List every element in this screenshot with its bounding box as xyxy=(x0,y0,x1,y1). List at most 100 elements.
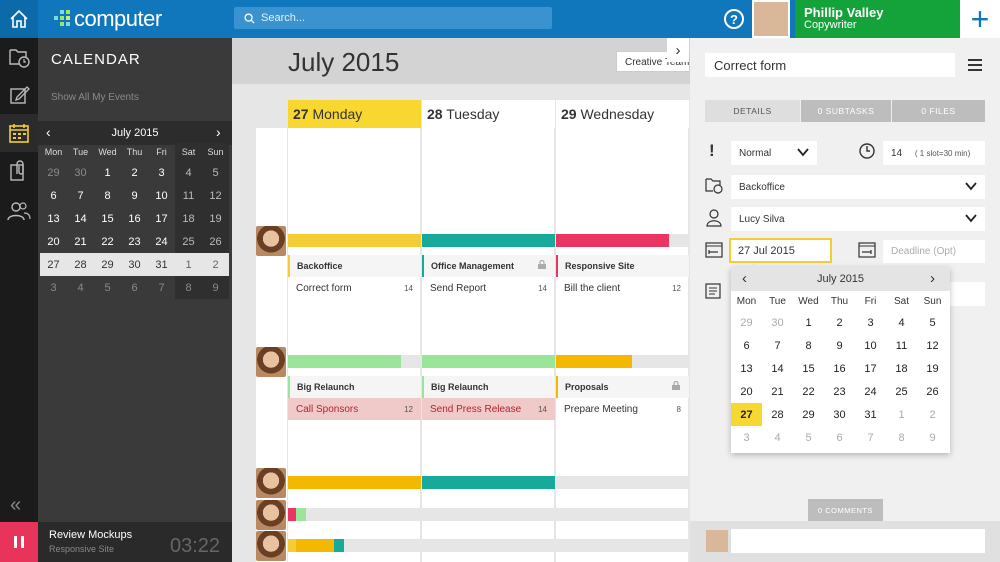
popup-day[interactable]: 30 xyxy=(824,403,855,426)
popup-day-selected[interactable]: 27 xyxy=(731,403,762,426)
assignee-select[interactable]: Lucy Silva xyxy=(731,207,985,231)
mini-day[interactable]: 12 xyxy=(202,184,229,207)
mini-day[interactable]: 21 xyxy=(67,230,94,253)
mini-day[interactable]: 9 xyxy=(202,276,229,299)
popup-day[interactable]: 9 xyxy=(917,426,948,449)
mini-day[interactable]: 28 xyxy=(67,253,94,276)
user-avatar[interactable] xyxy=(752,0,790,38)
expand-panel-icon[interactable]: › xyxy=(667,38,689,62)
mini-day[interactable]: 10 xyxy=(148,184,175,207)
mini-day[interactable]: 26 xyxy=(202,230,229,253)
popup-day[interactable]: 21 xyxy=(762,380,793,403)
mini-day[interactable]: 25 xyxy=(175,230,202,253)
mini-day[interactable]: 5 xyxy=(94,276,121,299)
rail-people[interactable] xyxy=(0,192,38,230)
mini-day[interactable]: 7 xyxy=(148,276,175,299)
popup-day[interactable]: 3 xyxy=(855,311,886,334)
popup-day[interactable]: 1 xyxy=(886,403,917,426)
mini-day[interactable]: 6 xyxy=(40,184,67,207)
popup-day[interactable]: 17 xyxy=(855,357,886,380)
slots-input[interactable]: 14 ( 1 slot=30 min) xyxy=(883,141,985,165)
popup-day[interactable]: 4 xyxy=(762,426,793,449)
mini-day[interactable]: 23 xyxy=(121,230,148,253)
add-button[interactable]: + xyxy=(960,0,1000,38)
person-avatar[interactable] xyxy=(256,347,286,377)
mini-day[interactable]: 4 xyxy=(67,276,94,299)
task-project-label[interactable]: Office Management xyxy=(422,255,555,277)
task-item[interactable]: Send Report 14 xyxy=(422,277,555,299)
popup-day[interactable]: 2 xyxy=(824,311,855,334)
task-project-label[interactable]: Backoffice xyxy=(288,255,421,277)
mini-day[interactable]: 30 xyxy=(67,161,94,184)
popup-day[interactable]: 30 xyxy=(762,311,793,334)
popup-day[interactable]: 29 xyxy=(731,311,762,334)
mini-day[interactable]: 29 xyxy=(40,161,67,184)
mini-day[interactable]: 30 xyxy=(121,253,148,276)
deadline-input[interactable]: Deadline (Opt) xyxy=(883,240,985,263)
popup-day[interactable]: 6 xyxy=(731,334,762,357)
mini-day[interactable]: 19 xyxy=(202,207,229,230)
tab-files[interactable]: 0 FILES xyxy=(892,100,985,122)
task-title-input[interactable]: Correct form xyxy=(705,53,955,77)
popup-day[interactable]: 29 xyxy=(793,403,824,426)
task-project-label[interactable]: Responsive Site xyxy=(556,255,689,277)
mini-day[interactable]: 31 xyxy=(148,253,175,276)
mini-day[interactable]: 8 xyxy=(175,276,202,299)
task-item[interactable]: Call Sponsors 12 xyxy=(288,398,421,420)
task-item[interactable]: Send Press Release 14 xyxy=(422,398,555,420)
priority-select[interactable]: Normal xyxy=(731,141,817,165)
popup-day[interactable]: 26 xyxy=(917,380,948,403)
popup-day[interactable]: 31 xyxy=(855,403,886,426)
mini-day[interactable]: 9 xyxy=(121,184,148,207)
rail-calendar[interactable] xyxy=(0,114,38,152)
mini-day[interactable]: 3 xyxy=(148,161,175,184)
popup-day[interactable]: 7 xyxy=(762,334,793,357)
collapse-sidebar-icon[interactable]: « xyxy=(10,494,21,517)
popup-day[interactable]: 6 xyxy=(824,426,855,449)
mini-day[interactable]: 6 xyxy=(121,276,148,299)
popup-day[interactable]: 25 xyxy=(886,380,917,403)
popup-day[interactable]: 10 xyxy=(855,334,886,357)
mini-day[interactable]: 16 xyxy=(121,207,148,230)
mini-day[interactable]: 11 xyxy=(175,184,202,207)
mini-day[interactable]: 29 xyxy=(94,253,121,276)
mini-day[interactable]: 20 xyxy=(40,230,67,253)
popup-day[interactable]: 22 xyxy=(793,380,824,403)
popup-day[interactable]: 1 xyxy=(793,311,824,334)
comment-input[interactable] xyxy=(731,529,985,553)
mini-day[interactable]: 2 xyxy=(202,253,229,276)
person-avatar[interactable] xyxy=(256,468,286,498)
person-avatar[interactable] xyxy=(256,500,286,530)
popup-day[interactable]: 24 xyxy=(855,380,886,403)
popup-day[interactable]: 28 xyxy=(762,403,793,426)
mini-day[interactable]: 22 xyxy=(94,230,121,253)
popup-day[interactable]: 11 xyxy=(886,334,917,357)
popup-day[interactable]: 8 xyxy=(886,426,917,449)
task-item[interactable]: Prepare Meeting 8 xyxy=(556,398,689,420)
tab-subtasks[interactable]: 0 SUBTASKS xyxy=(801,100,891,122)
mini-day[interactable]: 5 xyxy=(202,161,229,184)
day-header-wednesday[interactable]: 29 Wednesday xyxy=(556,100,689,128)
popup-day[interactable]: 16 xyxy=(824,357,855,380)
mini-day[interactable]: 1 xyxy=(94,161,121,184)
mini-day[interactable]: 8 xyxy=(94,184,121,207)
mini-day[interactable]: 18 xyxy=(175,207,202,230)
popup-day[interactable]: 23 xyxy=(824,380,855,403)
popup-day[interactable]: 4 xyxy=(886,311,917,334)
search-input[interactable]: Search... xyxy=(234,7,552,29)
mini-day[interactable]: 15 xyxy=(94,207,121,230)
mini-day[interactable]: 1 xyxy=(175,253,202,276)
mini-day[interactable]: 27 xyxy=(40,253,67,276)
popup-day[interactable]: 5 xyxy=(793,426,824,449)
popup-day[interactable]: 20 xyxy=(731,380,762,403)
popup-day[interactable]: 5 xyxy=(917,311,948,334)
popup-day[interactable]: 12 xyxy=(917,334,948,357)
mini-day[interactable]: 4 xyxy=(175,161,202,184)
popup-day[interactable]: 3 xyxy=(731,426,762,449)
show-all-events-link[interactable]: Show All My Events xyxy=(51,92,139,103)
pause-timer-button[interactable] xyxy=(0,522,38,562)
tab-details[interactable]: DETAILS xyxy=(705,100,800,122)
task-project-label[interactable]: Big Relaunch xyxy=(288,376,421,398)
day-header-monday[interactable]: 27 Monday xyxy=(288,100,421,128)
task-item[interactable]: Correct form 14 xyxy=(288,277,421,299)
